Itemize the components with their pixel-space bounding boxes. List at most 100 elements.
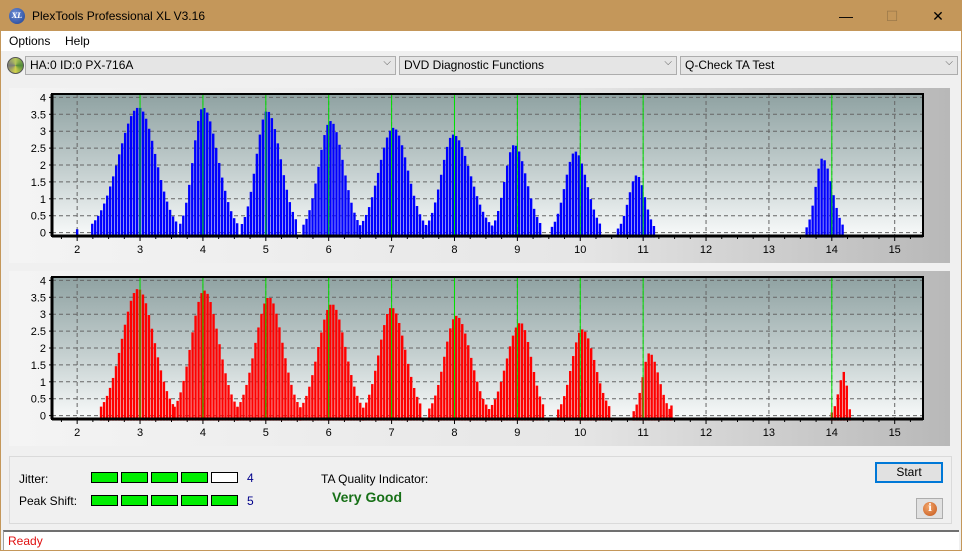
histogram-bar: [147, 315, 151, 421]
histogram-bar: [171, 216, 175, 238]
histogram-bar: [412, 387, 416, 421]
y-tick-label: 0: [40, 411, 46, 423]
y-tick-label: 3.5: [31, 109, 46, 121]
histogram-bar: [230, 394, 233, 421]
menu-help[interactable]: Help: [65, 34, 90, 48]
histogram-bar: [464, 333, 467, 421]
histogram-bar: [347, 361, 350, 421]
drive-select[interactable]: HA:0 ID:0 PX-716A ⌵: [25, 56, 396, 75]
histogram-bar: [212, 133, 215, 238]
histogram-bar: [406, 363, 410, 421]
histogram-bar: [114, 165, 118, 238]
histogram-bar: [592, 209, 596, 238]
histogram-bar: [559, 202, 563, 238]
histogram-bar: [344, 175, 347, 238]
menu-options[interactable]: Options: [9, 34, 50, 48]
ta-quality-value: Very Good: [332, 489, 403, 505]
maximize-button[interactable]: ☐: [869, 1, 915, 31]
histogram-bar: [246, 206, 250, 238]
histogram-bar: [203, 290, 206, 421]
histogram-bar: [341, 159, 344, 238]
histogram-bar: [631, 181, 635, 238]
close-button[interactable]: ✕: [915, 1, 961, 31]
histogram-bar: [275, 313, 278, 421]
histogram-bar: [463, 155, 467, 238]
histogram-bar: [261, 119, 265, 238]
histogram-bar: [311, 198, 314, 238]
histogram-bar: [650, 354, 653, 421]
y-tick-label: 3.5: [31, 292, 46, 304]
histogram-bar: [634, 175, 638, 238]
histogram-bar: [461, 324, 464, 421]
histogram-bar: [117, 352, 121, 421]
histogram-bar: [314, 361, 317, 421]
histogram-bar: [227, 385, 230, 421]
histogram-bar: [382, 147, 386, 238]
histogram-bar: [156, 167, 160, 238]
histogram-bar: [194, 315, 197, 421]
histogram-bar: [317, 347, 320, 421]
histogram-bar: [394, 129, 398, 238]
histogram-bar: [817, 168, 820, 238]
histogram-bar: [595, 372, 599, 421]
histogram-bar: [398, 323, 401, 421]
histogram-bar: [165, 391, 169, 421]
window-title: PlexTools Professional XL V3.16: [32, 9, 205, 23]
histogram-bar: [278, 327, 281, 421]
function-select[interactable]: DVD Diagnostic Functions ⌵: [399, 56, 677, 75]
info-button[interactable]: i: [916, 498, 943, 519]
histogram-bar: [111, 377, 115, 421]
histogram-bar: [182, 215, 185, 238]
histogram-bar: [332, 304, 335, 421]
histogram-bar: [293, 394, 296, 421]
start-button[interactable]: Start: [875, 462, 943, 483]
histogram-bar: [335, 132, 338, 238]
test-select[interactable]: Q-Check TA Test ⌵: [680, 56, 958, 75]
minimize-button[interactable]: —: [823, 1, 869, 31]
histogram-bar: [153, 153, 157, 238]
histogram-bar: [226, 202, 230, 238]
x-tick-label: 12: [700, 244, 712, 256]
histogram-bar: [478, 204, 482, 238]
histogram-bar: [448, 137, 452, 238]
peak-shift-meter-segment: [121, 495, 148, 506]
histogram-bar: [162, 381, 166, 421]
histogram-bar: [317, 166, 320, 238]
histogram-bar: [565, 174, 569, 238]
histogram-bar: [403, 157, 407, 238]
histogram-bar: [589, 348, 593, 421]
histogram-bar: [314, 183, 317, 238]
histogram-bar: [255, 153, 259, 238]
histogram-bar: [215, 328, 218, 421]
histogram-bar: [538, 396, 542, 421]
jitter-meter-segment: [181, 472, 208, 483]
histogram-bar: [514, 327, 518, 421]
histogram-bar: [646, 209, 650, 238]
histogram-bar: [499, 197, 503, 238]
histogram-bar: [320, 332, 323, 421]
histogram-bar: [308, 386, 311, 421]
histogram-bar: [505, 358, 509, 421]
histogram-bar: [197, 120, 200, 238]
histogram-bar: [159, 180, 163, 238]
histogram-bar: [574, 151, 578, 238]
histogram-bar: [389, 308, 392, 421]
histogram-bar: [266, 298, 269, 421]
histogram-bar: [191, 163, 194, 238]
jitter-meter-segment: [211, 472, 238, 483]
histogram-bar: [592, 359, 596, 421]
histogram-bar: [656, 372, 659, 421]
histogram-bar: [473, 370, 476, 421]
histogram-bar: [523, 330, 527, 421]
histogram-bar: [263, 303, 266, 421]
histogram-bar: [601, 392, 605, 421]
histogram-bar: [563, 396, 566, 421]
histogram-bar: [191, 332, 194, 421]
x-tick-label: 4: [200, 244, 206, 256]
histogram-bar: [380, 339, 383, 421]
histogram-bar: [482, 398, 485, 421]
histogram-bar: [249, 191, 253, 238]
x-tick-label: 8: [451, 244, 457, 256]
histogram-bar: [284, 358, 287, 421]
y-tick-label: 0.5: [31, 394, 46, 406]
